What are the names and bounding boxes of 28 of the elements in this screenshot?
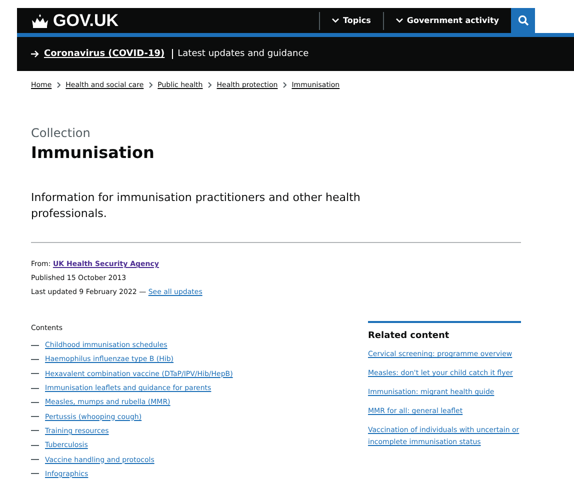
dash-icon	[31, 373, 39, 374]
chevron-down-icon	[332, 18, 339, 23]
banner-text: Latest updates and guidance	[172, 49, 309, 59]
chevron-right-icon	[56, 82, 61, 88]
search-button[interactable]	[511, 8, 535, 33]
nav-menu-button[interactable]: Topics	[319, 12, 383, 30]
dash-icon	[31, 402, 39, 403]
dash-icon	[31, 459, 39, 460]
logo[interactable]: GOV.UK	[53, 10, 119, 30]
chevron-down-icon	[396, 18, 403, 23]
dash-icon	[31, 358, 39, 360]
description: Information for immunisation practitioners and other health professionals.	[31, 190, 362, 222]
collection-caption: Collection	[31, 126, 92, 140]
crown-icon	[31, 14, 49, 28]
chevron-right-icon	[208, 82, 212, 88]
dash-icon	[31, 473, 39, 474]
dash-icon	[31, 444, 39, 446]
covid-link[interactable]: Coronavirus (COVID-19)	[44, 49, 165, 59]
page-title: Immunisation	[31, 143, 156, 162]
chevron-right-icon	[148, 82, 153, 88]
search-icon	[518, 15, 528, 26]
dash-icon	[31, 344, 39, 346]
dash-icon	[31, 388, 39, 389]
dash-icon	[31, 430, 39, 432]
related-heading: Related content	[368, 331, 450, 341]
dash-icon	[31, 416, 39, 418]
chevron-right-icon	[282, 82, 287, 88]
arrow-icon	[31, 50, 40, 58]
